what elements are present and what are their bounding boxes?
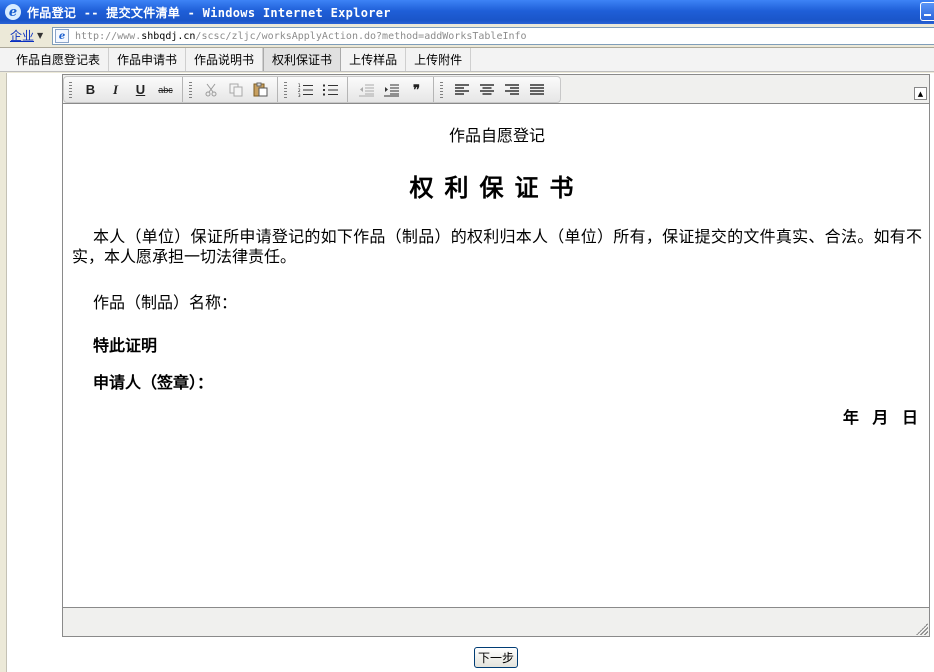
date-line: 年 月 日: [842, 408, 922, 427]
unordered-list-icon[interactable]: [319, 80, 342, 100]
url-text: http://www.shbqdj.cn/scsc/zljc/worksAppl…: [75, 30, 527, 42]
window-title: 作品登记 -- 提交文件清单 - Windows Internet Explor…: [27, 5, 391, 20]
collapse-toolbar-icon[interactable]: ▲: [914, 87, 927, 100]
toolbar-grip-icon[interactable]: [69, 81, 72, 98]
resize-grip-icon[interactable]: [916, 623, 928, 635]
ordered-list-icon[interactable]: 123: [294, 80, 317, 100]
underline-icon[interactable]: U: [129, 80, 152, 100]
paste-icon[interactable]: [249, 80, 272, 100]
list-group: 123: [282, 77, 348, 102]
indent-icon[interactable]: [380, 80, 403, 100]
document-body: 本人（单位）保证所申请登记的如下作品（制品）的权利归本人（单位）所有，保证提交的…: [72, 227, 922, 266]
align-center-icon[interactable]: [475, 80, 498, 100]
align-left-icon[interactable]: [450, 80, 473, 100]
blockquote-icon[interactable]: ❞: [405, 80, 428, 100]
toolbar-grip-icon[interactable]: [189, 81, 192, 98]
toolbar-grip-icon[interactable]: [440, 81, 443, 98]
tab-upload-attachment[interactable]: 上传附件: [406, 48, 472, 71]
address-bar: 企业 ▼ e http://www.shbqdj.cn/scsc/zljc/wo…: [0, 24, 934, 48]
tab-registration-form[interactable]: 作品自愿登记表: [0, 48, 110, 71]
toolbar-grip-icon[interactable]: [284, 81, 287, 98]
ie-logo-icon: e: [5, 4, 21, 20]
align-right-icon[interactable]: [500, 80, 523, 100]
editor-toolbar: B I U abc 123 ❞: [63, 76, 561, 103]
url-field[interactable]: e http://www.shbqdj.cn/scsc/zljc/worksAp…: [52, 27, 934, 45]
format-group: B I U abc: [67, 77, 183, 102]
clipboard-group: [187, 77, 278, 102]
outdent-icon[interactable]: [355, 80, 378, 100]
security-zone-link[interactable]: 企业: [10, 27, 34, 44]
align-group: [438, 77, 553, 102]
rich-text-editor: B I U abc 123 ❞ ▲ 作品自愿登记 权利保证书 本人（单位）保证所…: [62, 74, 930, 637]
align-justify-icon[interactable]: [525, 80, 548, 100]
window-title-bar[interactable]: e 作品登记 -- 提交文件清单 - Windows Internet Expl…: [0, 0, 934, 24]
document-tabs: 作品自愿登记表 作品申请书 作品说明书 权利保证书 上传样品 上传附件: [0, 48, 934, 72]
applicant-signature-label: 申请人（签章）：: [93, 373, 214, 392]
tab-rights-guarantee[interactable]: 权利保证书: [263, 48, 342, 71]
chevron-down-icon[interactable]: ▼: [37, 31, 43, 40]
editor-status-bar: [63, 607, 929, 636]
minimize-button[interactable]: [920, 2, 934, 21]
svg-text:3: 3: [298, 93, 301, 97]
next-step-button[interactable]: 下一步: [474, 647, 518, 668]
document-title: 权利保证书: [409, 173, 585, 202]
tab-application[interactable]: 作品申请书: [109, 48, 187, 71]
left-border: [0, 73, 7, 672]
indent-group: ❞: [352, 77, 434, 102]
certify-text: 特此证明: [93, 336, 158, 355]
copy-icon[interactable]: [224, 80, 247, 100]
italic-icon[interactable]: I: [104, 80, 127, 100]
tab-description[interactable]: 作品说明书: [186, 48, 264, 71]
bold-icon[interactable]: B: [79, 80, 102, 100]
cut-icon[interactable]: [199, 80, 222, 100]
editor-toolbar-area: B I U abc 123 ❞ ▲: [63, 75, 929, 104]
page-icon: e: [55, 29, 69, 43]
work-name-label: 作品（制品）名称：: [93, 293, 238, 312]
document-header: 作品自愿登记: [448, 126, 545, 145]
editor-document[interactable]: 作品自愿登记 权利保证书 本人（单位）保证所申请登记的如下作品（制品）的权利归本…: [72, 105, 922, 428]
tab-upload-sample[interactable]: 上传样品: [341, 48, 407, 71]
strikethrough-icon[interactable]: abc: [154, 80, 177, 100]
